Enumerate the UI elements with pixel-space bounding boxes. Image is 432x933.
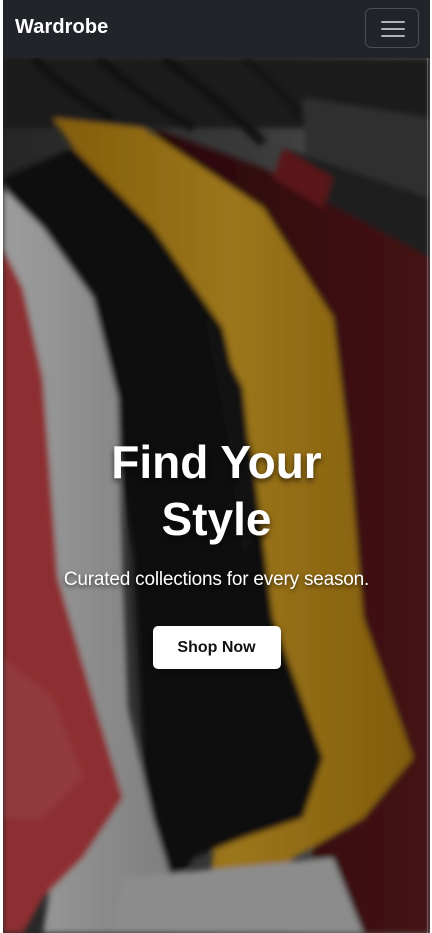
hamburger-line (381, 35, 405, 37)
brand-logo[interactable]: Wardrobe (15, 16, 108, 39)
shop-now-button[interactable]: Shop Now (152, 626, 281, 669)
page-edge-divider (427, 58, 428, 933)
hamburger-line (381, 28, 405, 30)
navbar: Wardrobe (3, 0, 430, 58)
hero-subtitle: Curated collections for every season. (63, 569, 370, 590)
hero-title: Find Your Style (111, 436, 322, 545)
hero-content: Find Your Style Curated collections for … (3, 434, 430, 669)
page-frame: Wardrobe Find Your Style Curated collect… (3, 0, 430, 933)
hamburger-menu-icon[interactable] (365, 8, 419, 48)
hero-section: Find Your Style Curated collections for … (3, 58, 430, 933)
hamburger-line (381, 21, 405, 23)
